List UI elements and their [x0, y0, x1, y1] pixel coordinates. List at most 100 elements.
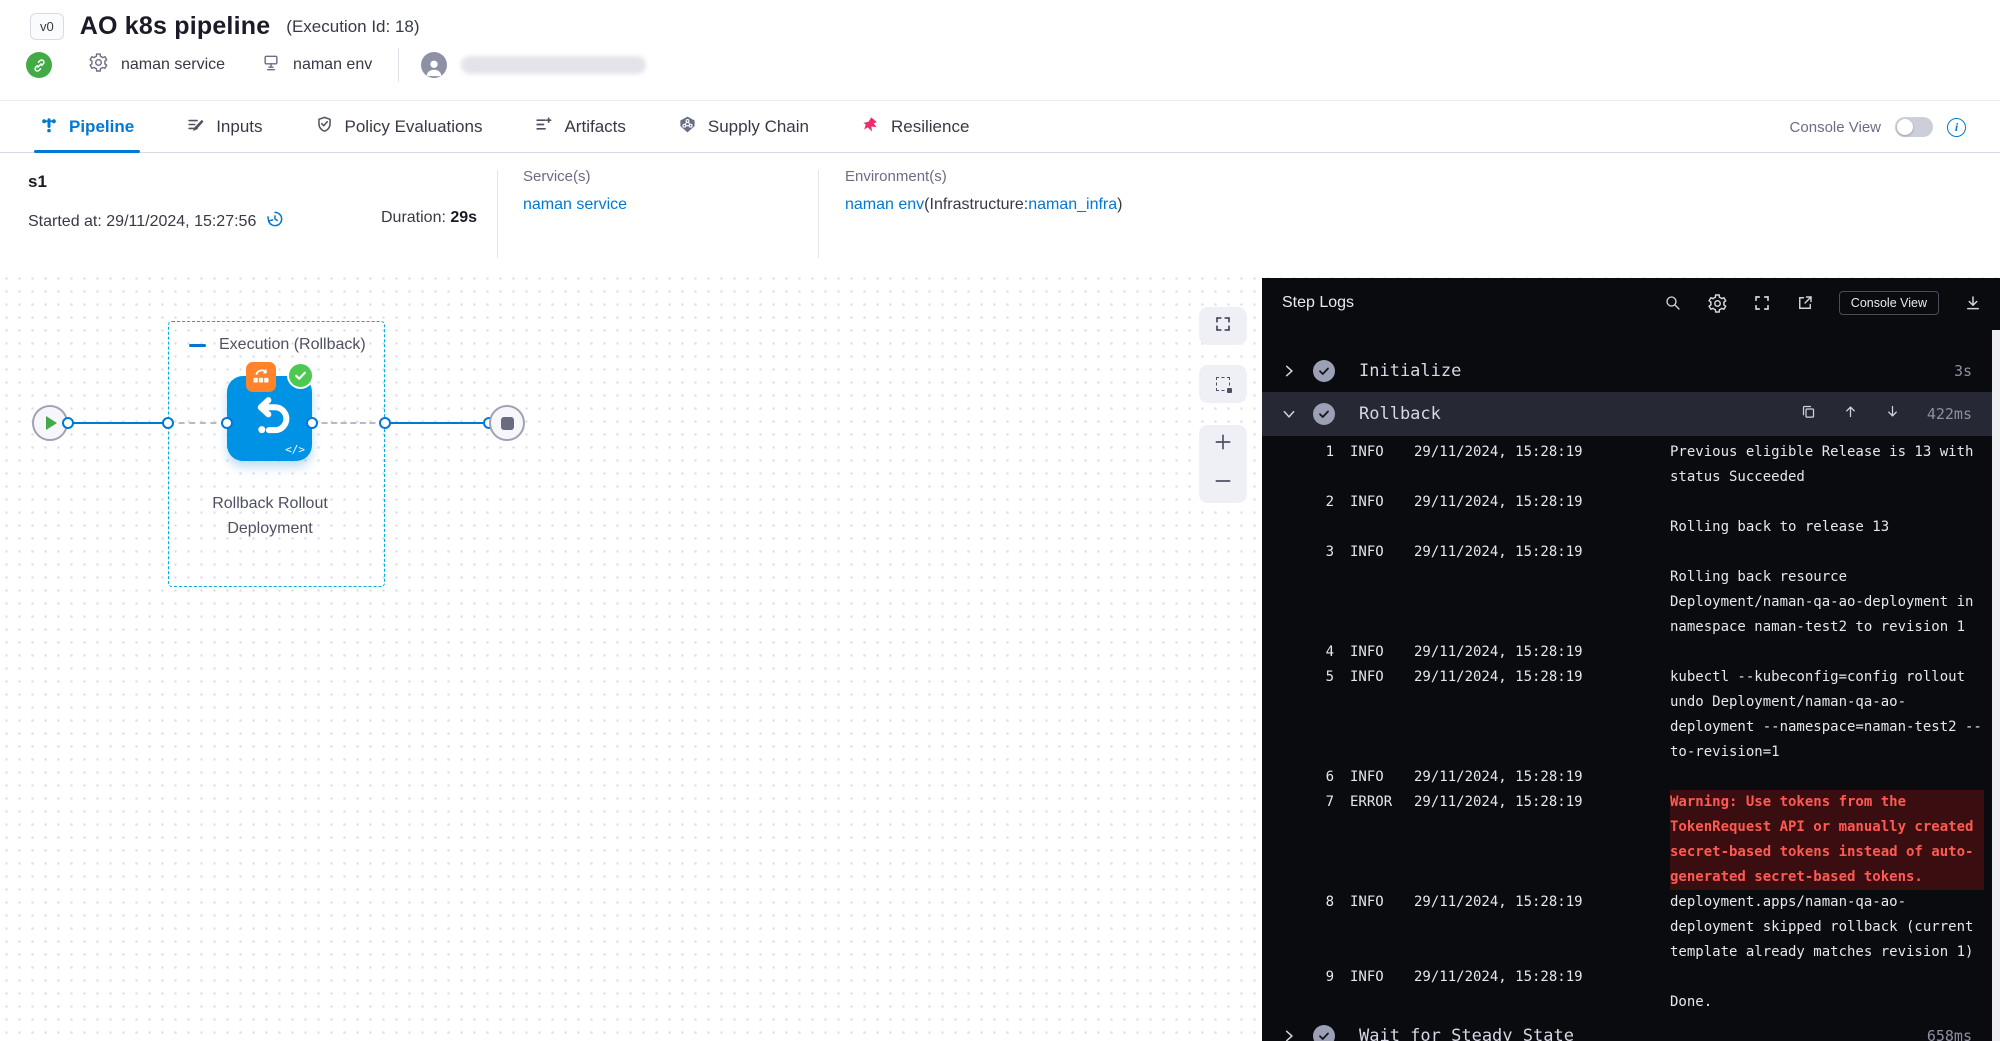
artifacts-icon [534, 115, 553, 139]
marquee-select-icon [1216, 377, 1230, 391]
zoom-controls [1199, 425, 1247, 503]
log-line: 9INFO29/11/2024, 15:28:19 Done. [1262, 965, 2000, 1015]
arrow-down-icon[interactable] [1885, 404, 1900, 424]
services-block: Service(s) naman service [523, 168, 627, 214]
log-line: 1INFO29/11/2024, 15:28:19Previous eligib… [1262, 440, 2000, 490]
stage-name: s1 [28, 172, 47, 192]
log-section-wait-steady-state[interactable]: Wait for Steady State 658ms [1262, 1015, 2000, 1041]
tab-label: Pipeline [69, 117, 134, 137]
tab-policy-evaluations[interactable]: Policy Evaluations [315, 102, 483, 152]
zoom-out-button[interactable] [1213, 471, 1233, 496]
rollback-step-node[interactable]: </> [227, 376, 312, 461]
info-icon[interactable]: i [1947, 118, 1966, 137]
log-lines-list[interactable]: 1INFO29/11/2024, 15:28:19Previous eligib… [1262, 440, 2000, 1015]
tab-artifacts[interactable]: Artifacts [534, 102, 625, 152]
log-time: 29/11/2024, 15:28:19 [1414, 965, 1654, 1015]
log-level: INFO [1350, 440, 1398, 490]
tab-resilience[interactable]: Resilience [861, 102, 969, 152]
header-meta-row: naman service naman env [26, 50, 646, 80]
settings-gear-icon[interactable] [1707, 293, 1728, 314]
log-level: INFO [1350, 890, 1398, 965]
log-level: ERROR [1350, 790, 1398, 890]
redacted-user-text [461, 56, 646, 74]
section-name: Rollback [1359, 404, 1441, 424]
environment-link-line: naman env(Infrastructure:naman_infra) [845, 196, 1122, 214]
arrow-up-icon[interactable] [1843, 404, 1858, 424]
pipeline-canvas[interactable]: Execution (Rollback) </> Rollback Rollou… [0, 272, 2000, 1041]
log-message: deployment.apps/naman-qa-ao-deployment s… [1670, 890, 1984, 965]
section-name: Initialize [1359, 361, 1461, 381]
tab-supply-chain[interactable]: Supply Chain [678, 102, 809, 152]
line-number: 5 [1300, 665, 1334, 765]
fit-view-icon [1214, 315, 1232, 338]
log-line: 5INFO29/11/2024, 15:28:19kubectl --kubec… [1262, 665, 2000, 765]
log-panel-header: Step Logs Console View [1262, 278, 2000, 328]
environment-icon [261, 53, 281, 78]
console-view-button[interactable]: Console View [1839, 291, 1939, 315]
log-message [1670, 640, 1984, 665]
section-duration: 422ms [1927, 405, 1972, 423]
download-icon[interactable] [1964, 294, 1982, 312]
line-number: 1 [1300, 440, 1334, 490]
line-number: 3 [1300, 540, 1334, 640]
title-row: v0 AO k8s pipeline (Execution Id: 18) [30, 12, 420, 41]
log-line: 7ERROR29/11/2024, 15:28:19Warning: Use t… [1262, 790, 2000, 890]
tab-pipeline[interactable]: Pipeline [40, 102, 134, 152]
external-link-icon[interactable] [1796, 294, 1814, 312]
zoom-in-button[interactable] [1213, 432, 1233, 457]
log-level: INFO [1350, 765, 1398, 790]
log-level: INFO [1350, 640, 1398, 665]
stage-details-bar: s1 Started at: 29/11/2024, 15:27:56 Dura… [0, 154, 2000, 272]
chevron-right-icon [1282, 1029, 1298, 1041]
section-duration: 3s [1954, 362, 1972, 380]
log-level: INFO [1350, 540, 1398, 640]
log-scrollbar[interactable] [1992, 330, 2000, 1041]
collapse-minus-icon[interactable] [189, 344, 206, 347]
execution-id: (Execution Id: 18) [286, 17, 419, 37]
marquee-select-button[interactable] [1199, 365, 1247, 403]
header-environment-name: naman env [293, 56, 372, 74]
line-number: 9 [1300, 965, 1334, 1015]
chevron-down-icon [1282, 407, 1298, 421]
copy-icon[interactable] [1801, 404, 1816, 424]
infra-prefix: (Infrastructure: [924, 196, 1028, 213]
app-header: v0 AO k8s pipeline (Execution Id: 18) na… [0, 0, 2000, 101]
history-icon[interactable] [265, 209, 285, 234]
pipeline-icon [40, 116, 58, 139]
log-time: 29/11/2024, 15:28:19 [1414, 440, 1654, 490]
tab-inputs[interactable]: Inputs [186, 102, 262, 152]
port-stage-in [162, 417, 174, 429]
search-icon[interactable] [1664, 294, 1682, 312]
fullscreen-icon[interactable] [1753, 294, 1771, 312]
service-link[interactable]: naman service [523, 196, 627, 214]
policy-icon [315, 115, 334, 139]
stage-started: Started at: 29/11/2024, 15:27:56 [28, 209, 285, 234]
success-check-icon [287, 362, 314, 389]
header-service-name: naman service [121, 56, 225, 74]
log-time: 29/11/2024, 15:28:19 [1414, 540, 1654, 640]
tab-label: Inputs [216, 117, 262, 137]
pipeline-execution-page: v0 AO k8s pipeline (Execution Id: 18) na… [0, 0, 2000, 1041]
check-circle-icon [1313, 1025, 1335, 1041]
line-number: 8 [1300, 890, 1334, 965]
step-logs-panel: Step Logs Console View [1262, 278, 2000, 1041]
play-icon [46, 416, 57, 430]
stage-duration: Duration: 29s [381, 209, 477, 227]
log-time: 29/11/2024, 15:28:19 [1414, 640, 1654, 665]
end-node[interactable] [489, 405, 525, 441]
section-name: Wait for Steady State [1359, 1026, 1574, 1041]
port-start-out [62, 417, 74, 429]
section-actions: 422ms [1801, 404, 1972, 424]
environment-link[interactable]: naman env [845, 196, 924, 213]
log-time: 29/11/2024, 15:28:19 [1414, 665, 1654, 765]
header-divider [398, 48, 399, 82]
log-section-rollback[interactable]: Rollback 422ms [1262, 392, 2000, 436]
log-level: INFO [1350, 965, 1398, 1015]
log-level: INFO [1350, 665, 1398, 765]
tab-bar: Pipeline Inputs Policy Evaluations Artif… [0, 102, 2000, 153]
console-view-toggle[interactable] [1895, 117, 1933, 137]
fit-view-button[interactable] [1199, 307, 1247, 345]
log-section-initialize[interactable]: Initialize 3s [1262, 350, 2000, 392]
infrastructure-link[interactable]: naman_infra [1028, 196, 1117, 213]
stop-icon [501, 417, 514, 430]
